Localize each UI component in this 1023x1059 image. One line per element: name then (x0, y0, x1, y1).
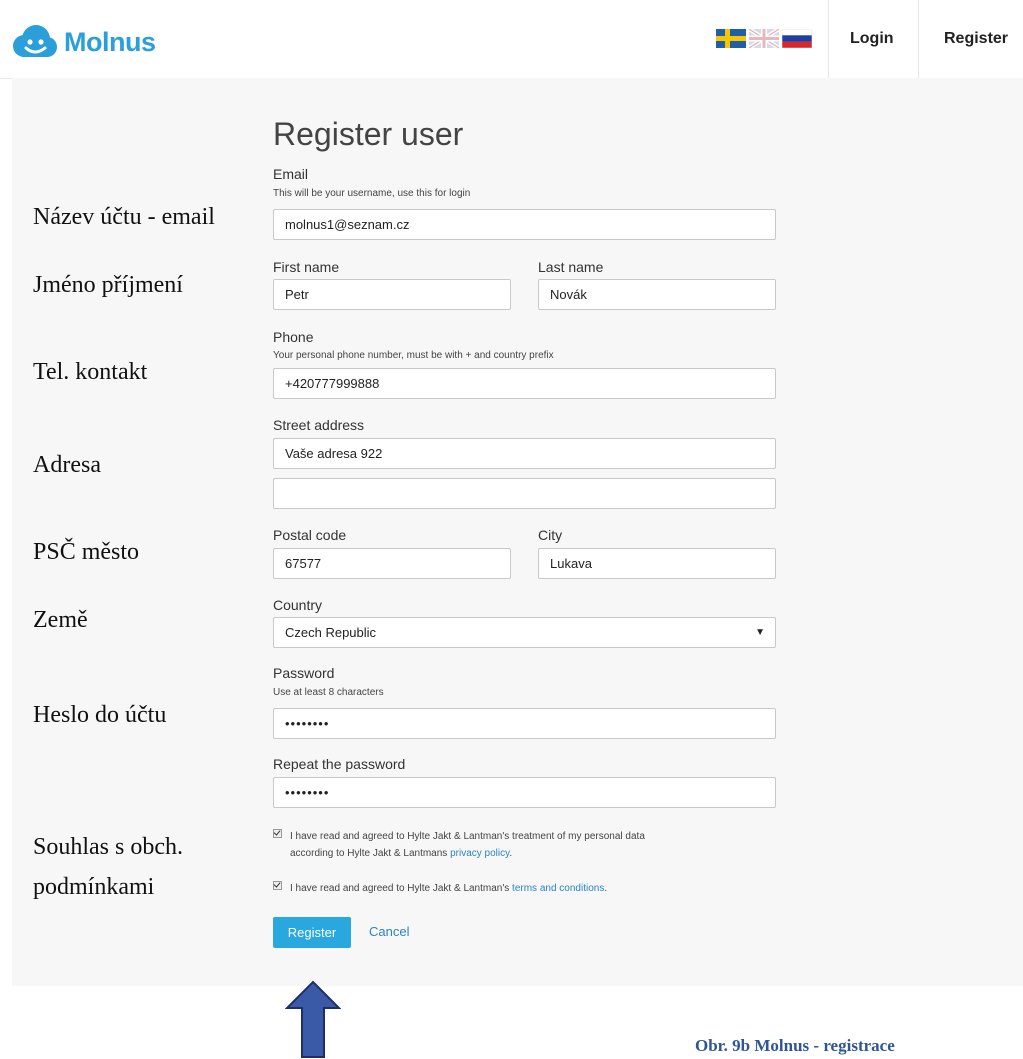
postal-code-input[interactable]: 67577 (273, 548, 511, 579)
uk-flag-icon[interactable] (749, 29, 779, 48)
annotation-password: Heslo do účtu (33, 702, 167, 728)
up-arrow-icon (285, 980, 341, 1058)
password-input[interactable]: •••••••• (273, 708, 776, 739)
city-label: City (538, 527, 563, 543)
figure-caption: Obr. 9b Molnus - registrace (695, 1036, 895, 1055)
annotation-address: Adresa (33, 452, 101, 478)
password-help: Use at least 8 characters (273, 687, 384, 698)
country-label: Country (273, 597, 323, 613)
annotation-name: Jméno příjmení (33, 272, 183, 298)
sweden-flag-icon[interactable] (716, 29, 746, 48)
email-label: Email (273, 166, 309, 182)
privacy-consent-suffix: . (509, 848, 513, 859)
privacy-consent-checkbox[interactable] (273, 829, 282, 838)
street-address-line2-input[interactable] (273, 478, 776, 509)
annotation-phone: Tel. kontakt (33, 359, 148, 385)
repeat-password-label: Repeat the password (273, 756, 406, 772)
last-name-input[interactable]: Novák (538, 279, 776, 310)
repeat-password-input[interactable]: •••••••• (273, 777, 776, 808)
top-navbar: Molnus Login Register (0, 0, 1023, 79)
country-selected-value: Czech Republic (285, 625, 377, 640)
privacy-consent-row: I have read and agreed to Hylte Jakt & L… (273, 828, 645, 862)
city-input[interactable]: Lukava (538, 548, 776, 579)
page-title: Register user (273, 116, 464, 152)
annotation-consent-line1: Souhlas s obch. (33, 834, 183, 860)
phone-input[interactable]: +420777999888 (273, 368, 776, 399)
annotation-consent-line2: podmínkami (33, 874, 155, 900)
terms-consent-text: I have read and agreed to Hylte Jakt & L… (290, 883, 513, 894)
nav-divider (828, 0, 829, 78)
privacy-consent-text-2: according to Hylte Jakt & Lantmans (290, 848, 451, 859)
annotation-postal-city: PSČ město (33, 539, 140, 565)
privacy-policy-link[interactable]: privacy policy (450, 848, 509, 859)
privacy-consent-text: I have read and agreed to Hylte Jakt & L… (290, 831, 645, 842)
russia-flag-icon[interactable] (782, 29, 812, 48)
annotation-country: Země (33, 607, 88, 633)
password-label: Password (273, 665, 335, 681)
first-name-input[interactable]: Petr (273, 279, 511, 310)
nav-divider (918, 0, 919, 78)
street-address-label: Street address (273, 417, 365, 433)
login-link[interactable]: Login (850, 30, 894, 48)
country-select[interactable]: Czech Republic ▼ (273, 617, 776, 648)
register-link[interactable]: Register (944, 30, 1008, 48)
cloud-logo-icon (13, 25, 57, 57)
postal-code-label: Postal code (273, 527, 347, 543)
terms-consent-checkbox[interactable] (273, 881, 282, 890)
brand-name: Molnus (64, 26, 156, 57)
terms-consent-row: I have read and agreed to Hylte Jakt & L… (273, 880, 607, 897)
cancel-link[interactable]: Cancel (369, 924, 409, 939)
first-name-label: First name (273, 259, 340, 275)
terms-consent-suffix: . (604, 883, 608, 894)
phone-label: Phone (273, 329, 314, 345)
street-address-input[interactable]: Vaše adresa 922 (273, 438, 776, 469)
last-name-label: Last name (538, 259, 604, 275)
phone-help: Your personal phone number, must be with… (273, 350, 554, 361)
language-flags (716, 29, 812, 48)
email-help: This will be your username, use this for… (273, 188, 471, 199)
dropdown-arrow-icon: ▼ (755, 627, 765, 638)
terms-conditions-link[interactable]: terms and conditions (512, 883, 604, 894)
logo[interactable]: Molnus (10, 22, 156, 62)
annotation-email: Název účtu - email (33, 204, 215, 230)
register-button[interactable]: Register (273, 917, 351, 948)
email-input[interactable]: molnus1@seznam.cz (273, 209, 776, 240)
